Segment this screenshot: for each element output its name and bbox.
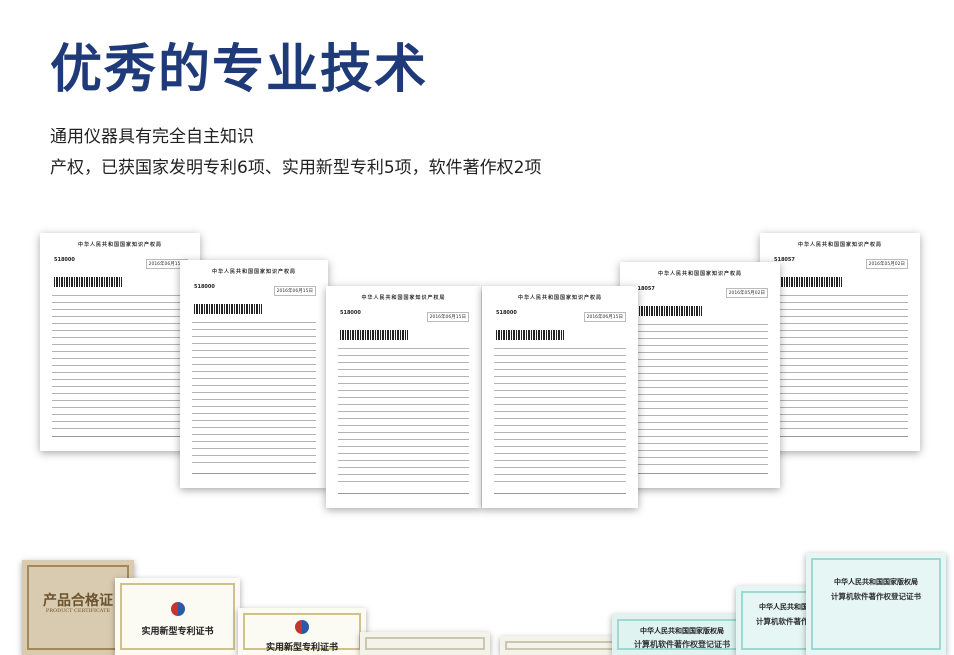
document-body-text <box>494 348 626 488</box>
document-number: 518000 <box>496 310 517 316</box>
document-date-stamp: 2016年05月02日 <box>725 288 768 298</box>
document-header: 中华人民共和国国家知识产权局 <box>517 295 602 301</box>
document-footer <box>632 473 768 480</box>
certificate-title: 中华人民共和国国家版权局 <box>834 577 918 586</box>
document-footer <box>192 473 316 480</box>
patent-office-logo <box>295 620 309 634</box>
barcode <box>340 330 408 340</box>
barcode <box>496 330 564 340</box>
document-body-text <box>52 295 188 431</box>
partial-certificate-center-right <box>500 636 620 655</box>
patent-document-left: 中华人民共和国国家知识产权局 518000 2016年06月15日 <box>40 233 200 451</box>
certificate-title: 实用新型专利证书 <box>265 643 338 653</box>
patent-document-center-left: 中华人民共和国国家知识产权局 518000 2016年06月15日 <box>326 286 481 508</box>
description-line-1: 通用仪器具有完全自主知识 <box>50 127 254 147</box>
certificate-subtitle: 计算机软件著作权登记证书 <box>634 639 730 649</box>
patent-office-logo <box>171 602 185 616</box>
barcode <box>774 277 842 287</box>
barcode <box>54 277 122 287</box>
document-number: 518000 <box>340 310 361 316</box>
certificate-title: 实用新型专利证书 <box>141 627 214 637</box>
document-header: 中华人民共和国国家知识产权局 <box>797 242 882 248</box>
patent-document-center-right: 中华人民共和国国家知识产权局 518000 2016年06月15日 <box>482 286 638 508</box>
document-footer <box>52 436 188 443</box>
utility-patent-certificate-1: 实用新型专利证书 <box>115 578 240 655</box>
description-line-2: 产权，已获国家发明专利6项、实用新型专利5项，软件著作权2项 <box>50 158 542 178</box>
document-header: 中华人民共和国国家知识产权局 <box>657 271 742 277</box>
document-header: 中华人民共和国国家知识产权局 <box>211 269 296 275</box>
software-copyright-certificate-3: 中华人民共和国国家版权局 计算机软件著作权登记证书 <box>806 553 946 655</box>
document-body-text <box>338 348 469 488</box>
partial-certificate-center-left <box>360 632 490 655</box>
document-header: 中华人民共和国国家知识产权局 <box>361 295 446 301</box>
document-date-stamp: 2016年06月15日 <box>273 286 316 296</box>
software-copyright-certificate-1: 中华人民共和国国家版权局 计算机软件著作权登记证书 <box>612 614 752 655</box>
barcode <box>634 306 702 316</box>
patent-document-second-left: 中华人民共和国国家知识产权局 518000 2016年06月15日 <box>180 260 328 488</box>
barcode <box>194 304 262 314</box>
patent-document-second-right: 中华人民共和国国家知识产权局 518057 2016年05月02日 <box>620 262 780 488</box>
utility-patent-certificate-2: 实用新型专利证书 <box>238 608 366 655</box>
document-header: 中华人民共和国国家知识产权局 <box>77 242 162 248</box>
patent-document-right: 中华人民共和国国家知识产权局 518057 2016年05月02日 <box>760 233 920 451</box>
certificate-title: 中华人民共和国国家版权局 <box>640 626 724 635</box>
document-footer <box>772 436 908 443</box>
document-footer <box>338 493 469 500</box>
document-number: 518000 <box>54 257 75 263</box>
document-date-stamp: 2016年06月15日 <box>426 312 469 322</box>
document-body-text <box>632 324 768 468</box>
document-number: 518000 <box>194 284 215 290</box>
document-date-stamp: 2016年06月15日 <box>583 312 626 322</box>
certificate-subtitle: 计算机软件著作权登记证书 <box>831 592 921 601</box>
document-date-stamp: 2016年05月02日 <box>865 259 908 269</box>
document-body-text <box>772 295 908 431</box>
page-title: 优秀的专业技术 <box>50 40 429 100</box>
document-body-text <box>192 322 316 468</box>
document-footer <box>494 493 626 500</box>
